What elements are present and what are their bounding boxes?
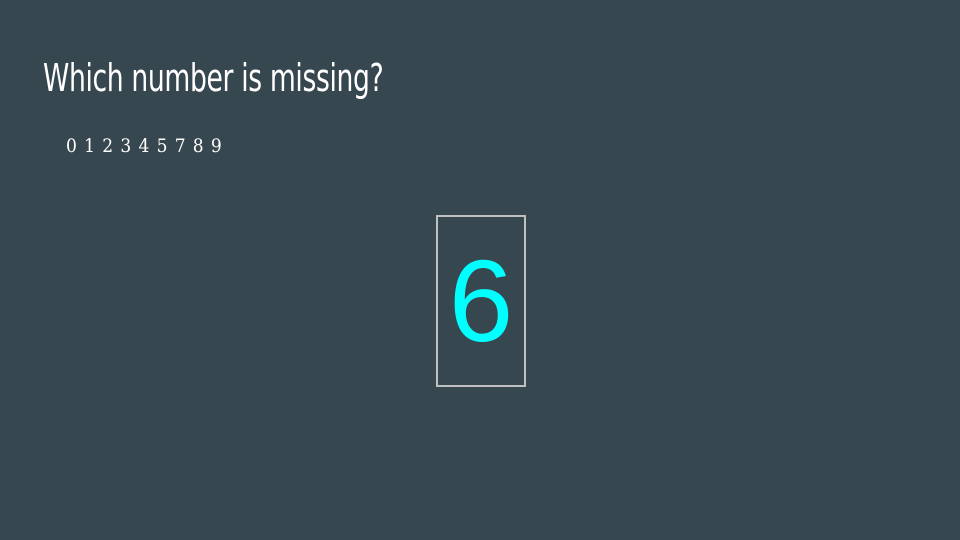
slide-title: Which number is missing?: [43, 56, 384, 100]
slide: Which number is missing? 0 1 2 3 4 5 7 8…: [0, 0, 960, 540]
number-sequence: 0 1 2 3 4 5 7 8 9: [66, 135, 223, 157]
answer-box: 6: [436, 215, 526, 387]
missing-number: 6: [448, 236, 514, 366]
